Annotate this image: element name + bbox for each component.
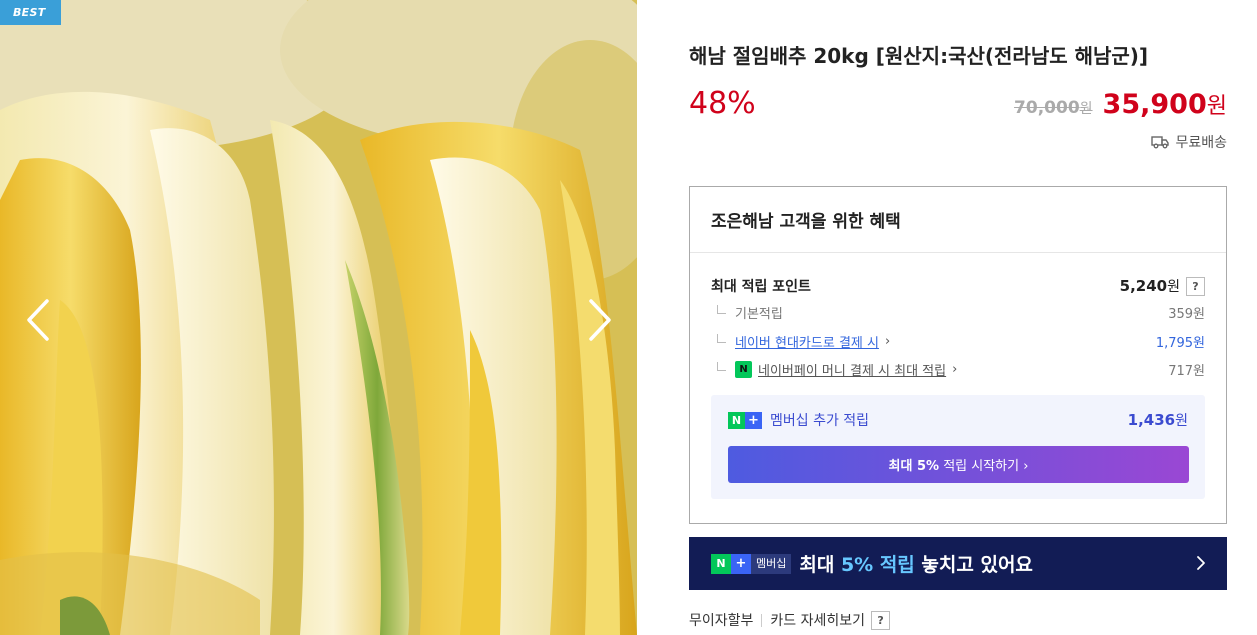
benefit-heading: 조은해남 고객을 위한 혜택 bbox=[690, 187, 1226, 253]
card-detail-link[interactable]: 카드 자세히보기 bbox=[770, 610, 865, 630]
help-icon[interactable]: ? bbox=[871, 610, 891, 630]
card-points-row: 네이버 현대카드로 결제 시 › 1,795원 bbox=[711, 332, 1205, 351]
shipping-label: 무료배송 bbox=[1175, 135, 1227, 151]
naverpay-points-value: 717원 bbox=[1168, 364, 1205, 379]
naverpay-icon: N bbox=[735, 361, 752, 378]
naver-hyundai-card-link[interactable]: 네이버 현대카드로 결제 시 bbox=[735, 332, 879, 351]
product-title: 해남 절임배추 20kg [원산지:국산(전라남도 해남군)] bbox=[689, 44, 1149, 68]
best-badge: BEST bbox=[0, 0, 61, 25]
card-points-value: 1,795원 bbox=[1155, 336, 1205, 351]
benefit-box: 조은해남 고객을 위한 혜택 최대 적립 포인트 5,240원 ? 기본적립 3… bbox=[689, 186, 1227, 524]
chevron-right-icon: › bbox=[884, 334, 891, 349]
max-points-value: 5,240 bbox=[1119, 277, 1168, 295]
membership-row: N + 멤버십 추가 적립 1,436원 bbox=[728, 410, 1188, 430]
prev-image-button[interactable] bbox=[18, 295, 58, 345]
chevron-right-icon bbox=[1197, 556, 1205, 570]
original-price: 70,000원 bbox=[1014, 98, 1093, 118]
max-points-label: 최대 적립 포인트 bbox=[711, 279, 811, 295]
divider bbox=[761, 613, 763, 627]
chevron-right-icon: › bbox=[952, 362, 958, 377]
banner-message: 최대 5% 적립 놓치고 있어요 bbox=[799, 554, 1033, 576]
membership-panel: N + 멤버십 추가 적립 1,436원 최대 5% 적립 시작하기 › bbox=[711, 395, 1205, 499]
naver-plus-icon: N + bbox=[711, 553, 751, 574]
basic-points-row: 기본적립 359원 bbox=[711, 303, 1205, 322]
discount-rate: 48% bbox=[689, 86, 756, 121]
shipping-info: 무료배송 bbox=[1151, 132, 1227, 152]
sale-price: 35,900원 bbox=[1102, 89, 1227, 120]
membership-badge: 멤버십 bbox=[751, 553, 792, 574]
membership-label: 멤버십 추가 적립 bbox=[770, 413, 870, 429]
membership-value: 1,436 bbox=[1127, 411, 1176, 429]
product-image-gallery: BEST bbox=[0, 0, 637, 635]
payment-links: 무이자할부 카드 자세히보기 ? bbox=[689, 610, 891, 630]
basic-points-label: 기본적립 bbox=[735, 307, 783, 322]
napa-cabbage-photo bbox=[0, 0, 637, 635]
naverpay-money-link[interactable]: 네이버페이 머니 결제 시 최대 적립 bbox=[758, 360, 946, 379]
start-membership-button[interactable]: 최대 5% 적립 시작하기 › bbox=[728, 446, 1189, 483]
truck-icon bbox=[1151, 136, 1170, 149]
points-help-icon[interactable]: ? bbox=[1186, 276, 1205, 296]
chevron-right-icon bbox=[589, 299, 611, 341]
naverpay-points-row: N 네이버페이 머니 결제 시 최대 적립 › 717원 bbox=[711, 360, 1205, 379]
basic-points-value: 359원 bbox=[1168, 307, 1205, 322]
naver-plus-icon: N + bbox=[728, 411, 762, 429]
membership-banner[interactable]: N + 멤버십 최대 5% 적립 놓치고 있어요 bbox=[689, 537, 1227, 590]
installment-link[interactable]: 무이자할부 bbox=[689, 610, 753, 630]
max-points-row: 최대 적립 포인트 5,240원 ? bbox=[711, 276, 1205, 296]
price-line: 70,000원 35,900원 bbox=[1014, 88, 1227, 120]
chevron-left-icon bbox=[27, 299, 49, 341]
next-image-button[interactable] bbox=[580, 295, 620, 345]
